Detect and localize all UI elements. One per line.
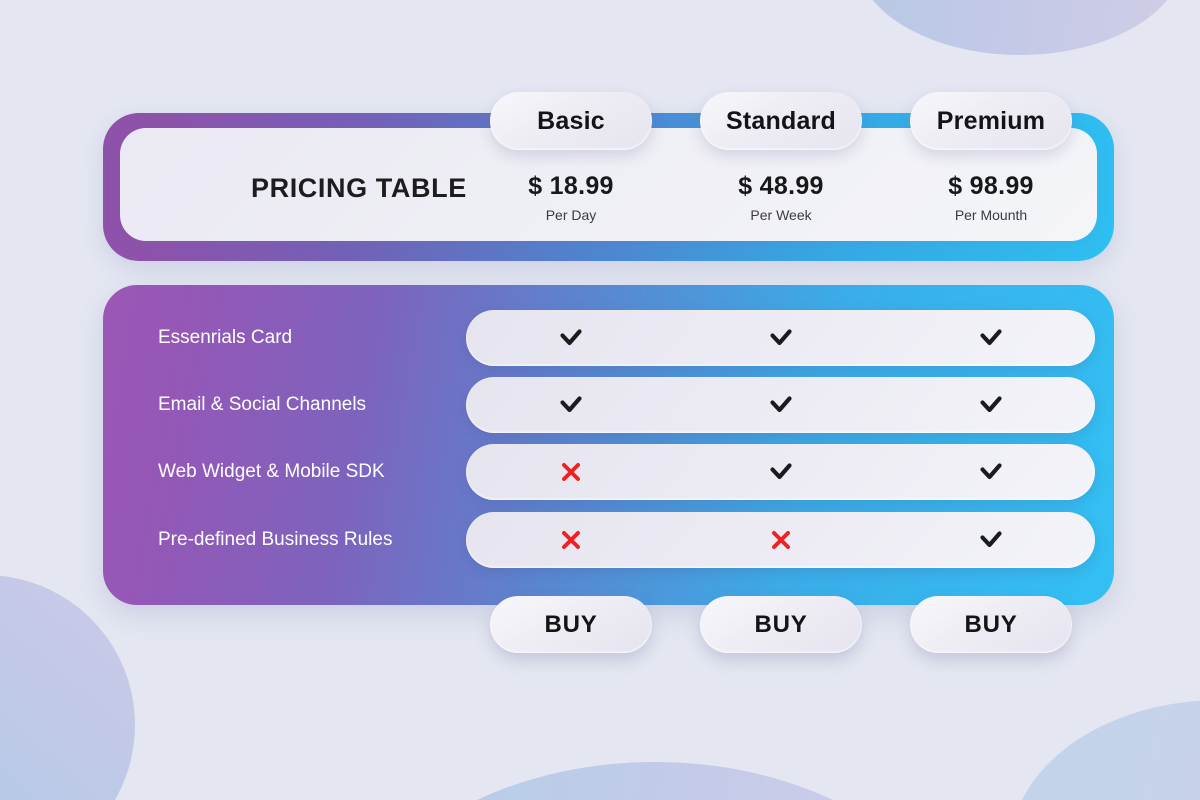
feature-values-pill	[466, 444, 1095, 500]
price-amount: $ 48.99	[738, 172, 824, 200]
check-icon	[541, 310, 601, 366]
check-icon	[961, 377, 1021, 433]
plan-tab-label: Standard	[726, 106, 836, 135]
plan-tab-standard[interactable]: Standard	[700, 92, 862, 150]
decorative-circle-top-right	[855, 0, 1185, 55]
buy-button-label: BUY	[544, 610, 598, 638]
feature-row: Pre-defined Business Rules	[103, 512, 1114, 568]
cross-icon	[751, 512, 811, 568]
decorative-circle-left	[0, 575, 135, 800]
buy-button-standard[interactable]: BUY	[700, 596, 862, 653]
plan-tab-premium[interactable]: Premium	[910, 92, 1072, 150]
price-column-premium: $ 98.99 Per Mounth	[891, 172, 1091, 223]
price-amount: $ 98.99	[948, 172, 1034, 200]
price-period: Per Week	[750, 207, 812, 223]
plan-tab-label: Premium	[936, 106, 1046, 135]
feature-row: Essenrials Card	[103, 310, 1114, 366]
page-title: PRICING TABLE	[251, 173, 467, 203]
feature-values-pill	[466, 310, 1095, 366]
price-amount: $ 18.99	[528, 172, 614, 200]
feature-values-pill	[466, 377, 1095, 433]
check-icon	[961, 444, 1021, 500]
cross-icon	[541, 444, 601, 500]
check-icon	[961, 310, 1021, 366]
decorative-circle-bottom-right	[1010, 700, 1200, 800]
buy-button-premium[interactable]: BUY	[910, 596, 1072, 653]
price-period: Per Mounth	[954, 207, 1028, 223]
features-panel: Essenrials Card Email & Social Channels We…	[103, 285, 1114, 605]
decorative-circle-bottom	[345, 762, 965, 800]
buy-button-label: BUY	[754, 610, 808, 638]
plan-tab-label: Basic	[537, 106, 605, 135]
check-icon	[751, 310, 811, 366]
check-icon	[751, 377, 811, 433]
price-period: Per Day	[545, 207, 597, 223]
feature-label: Email & Social Channels	[158, 394, 367, 415]
buy-button-label: BUY	[964, 610, 1018, 638]
feature-row: Email & Social Channels	[103, 377, 1114, 433]
cross-icon	[541, 512, 601, 568]
check-icon	[541, 377, 601, 433]
price-column-standard: $ 48.99 Per Week	[681, 172, 881, 223]
check-icon	[961, 512, 1021, 568]
feature-label: Web Widget & Mobile SDK	[158, 461, 385, 482]
feature-label: Essenrials Card	[158, 327, 293, 348]
buy-button-basic[interactable]: BUY	[490, 596, 652, 653]
price-column-basic: $ 18.99 Per Day	[471, 172, 671, 223]
plan-tab-basic[interactable]: Basic	[490, 92, 652, 150]
feature-row: Web Widget & Mobile SDK	[103, 444, 1114, 500]
feature-values-pill	[466, 512, 1095, 568]
feature-label: Pre-defined Business Rules	[158, 529, 393, 550]
check-icon	[751, 444, 811, 500]
